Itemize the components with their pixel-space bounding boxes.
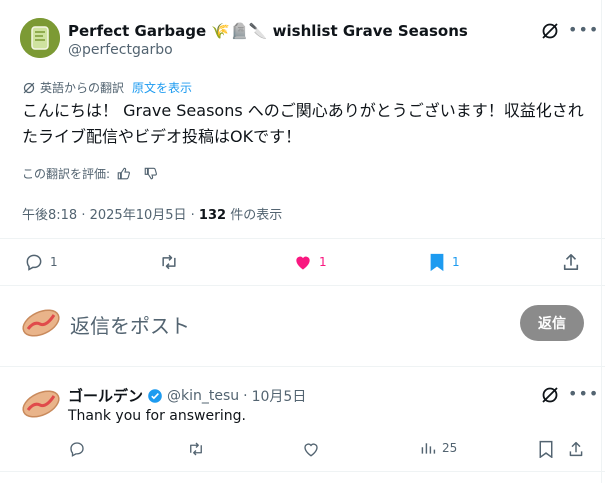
reply-button[interactable]: 返信 — [520, 305, 584, 341]
reply-count: 1 — [50, 255, 58, 269]
bookmark-action[interactable] — [538, 440, 554, 458]
bookmark-icon — [539, 440, 553, 458]
author-handle[interactable]: @perfectgarbo — [68, 42, 173, 58]
retweet-icon — [190, 442, 202, 456]
reply-author-name[interactable]: ゴールデン — [68, 385, 143, 406]
rate-translation: この翻訳を評価: — [22, 165, 158, 182]
author-name[interactable]: Perfect Garbage — [68, 22, 206, 40]
share-action[interactable] — [568, 440, 584, 458]
like-action[interactable]: 1 — [293, 252, 327, 272]
reply-date[interactable]: 10月5日 — [252, 386, 307, 406]
divider — [0, 238, 605, 239]
like-action[interactable] — [302, 440, 320, 458]
tweet-meta: 午後8:18 · 2025年10月5日 · 132 件の表示 — [22, 208, 283, 223]
share-icon — [563, 253, 579, 271]
reply-views-count: 25 — [442, 441, 458, 455]
heart-filled-icon — [296, 256, 310, 270]
user-avatar[interactable] — [20, 302, 62, 342]
retweet-action[interactable] — [158, 252, 186, 272]
reply-author-avatar[interactable] — [20, 383, 62, 423]
grok-icon — [23, 82, 35, 93]
translated-label: 英語からの翻訳 — [40, 81, 125, 95]
reply-author-handle[interactable]: @kin_tesu — [167, 388, 239, 404]
heart-icon — [304, 443, 318, 457]
tweet-date[interactable]: 2025年10月5日 — [90, 208, 187, 223]
reply-header: ゴールデン @kin_tesu · 10月5日 — [68, 385, 306, 406]
reply-icon — [26, 254, 42, 271]
share-icon — [569, 441, 583, 457]
views-action[interactable]: 25 — [420, 440, 457, 456]
divider — [0, 471, 605, 472]
author-emoji: 🌾🪦🔪 — [211, 22, 268, 40]
analytics-icon — [421, 443, 436, 454]
reply-text: Thank you for answering. — [68, 408, 246, 424]
like-count: 1 — [319, 255, 327, 269]
reply-icon — [70, 442, 84, 457]
author-name-line[interactable]: Perfect Garbage 🌾🪦🔪 wishlist Grave Seaso… — [68, 22, 468, 40]
tweet-time[interactable]: 午後8:18 — [22, 208, 77, 223]
more-icon[interactable]: ••• — [568, 20, 599, 39]
share-action[interactable] — [562, 252, 580, 272]
verified-badge-icon — [148, 388, 162, 403]
translation-notice: 英語からの翻訳 原文を表示 — [22, 79, 192, 96]
rate-translation-label: この翻訳を評価: — [22, 167, 111, 181]
tweet-text: こんにちは！ Grave Seasons へのご関心ありがとうございます！収益化… — [22, 101, 584, 146]
retweet-action[interactable] — [186, 440, 206, 458]
author-title: wishlist Grave Seasons — [272, 22, 468, 40]
reply-action[interactable]: 1 — [24, 252, 58, 272]
reply-input[interactable]: 返信をポスト — [70, 310, 190, 339]
separator-dot: · — [243, 387, 248, 404]
grok-icon[interactable] — [540, 21, 560, 41]
divider — [0, 285, 605, 286]
grok-icon[interactable] — [540, 385, 560, 405]
bookmark-filled-icon — [430, 253, 444, 272]
bookmark-action[interactable]: 1 — [428, 252, 460, 272]
thumbs-down-icon[interactable] — [143, 166, 158, 181]
more-icon[interactable]: ••• — [568, 384, 599, 403]
bookmark-count: 1 — [452, 255, 460, 269]
views-label: 件の表示 — [230, 208, 283, 223]
thumbs-up-icon[interactable] — [116, 166, 131, 181]
retweet-icon — [162, 254, 176, 270]
divider — [0, 366, 605, 367]
author-avatar[interactable] — [20, 18, 60, 58]
timeline-border — [601, 0, 602, 483]
reply-action[interactable] — [68, 440, 86, 458]
show-original-link[interactable]: 原文を表示 — [132, 79, 192, 96]
views-count: 132 — [198, 208, 227, 223]
